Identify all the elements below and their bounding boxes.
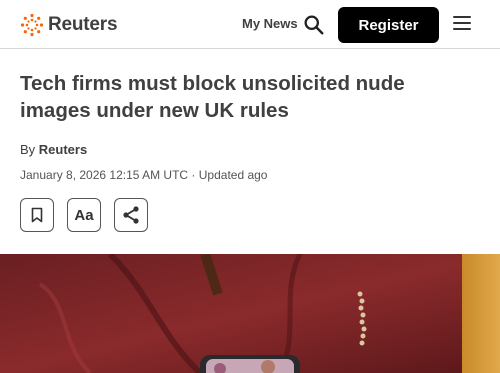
brand-name: Reuters <box>48 14 118 35</box>
photo-image <box>0 254 500 373</box>
hamburger-menu-icon[interactable] <box>453 16 471 31</box>
article-dateline: January 8, 2026 12:15 AM UTC · Updated a… <box>20 168 268 182</box>
byline-prefix: By <box>20 142 36 157</box>
search-icon[interactable] <box>303 14 324 35</box>
site-header: Reuters My News Register <box>0 0 500 49</box>
font-size-label: Aa <box>74 206 94 224</box>
byline-author-link[interactable]: Reuters <box>39 142 87 157</box>
bookmark-button[interactable] <box>20 198 54 232</box>
article-photo <box>0 254 500 373</box>
font-size-button[interactable]: Aa <box>67 198 101 232</box>
article-headline: Tech firms must block unsolicited nude i… <box>20 72 405 122</box>
share-icon <box>123 206 139 224</box>
bookmark-icon <box>31 207 43 223</box>
my-news-link[interactable]: My News <box>242 16 298 31</box>
reuters-logo-icon <box>20 13 44 37</box>
share-button[interactable] <box>114 198 148 232</box>
register-button[interactable]: Register <box>338 7 439 43</box>
reuters-logo[interactable]: Reuters <box>20 13 118 37</box>
byline: By Reuters <box>20 142 87 157</box>
